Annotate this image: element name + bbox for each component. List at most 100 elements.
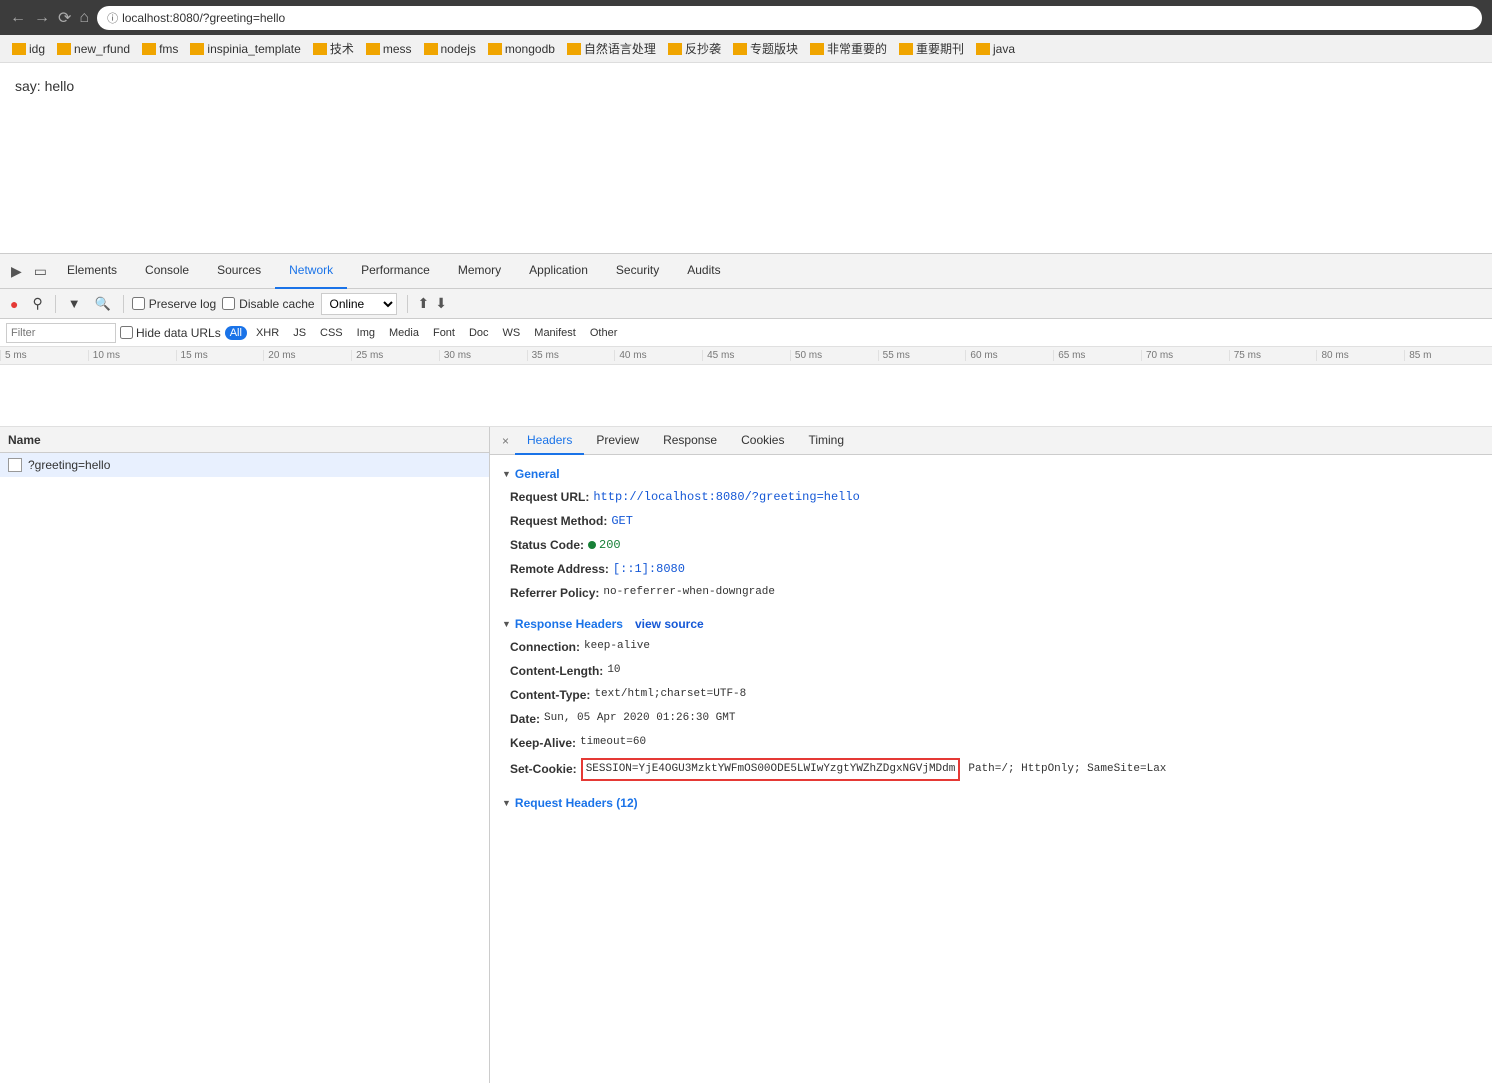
- connection-key: Connection:: [510, 638, 580, 656]
- url-text: localhost:8080/?greeting=hello: [122, 11, 285, 25]
- filter-all-button[interactable]: All: [225, 326, 247, 340]
- disable-cache-label[interactable]: Disable cache: [222, 297, 314, 311]
- forward-button[interactable]: →: [34, 9, 50, 27]
- address-bar[interactable]: ⓘ localhost:8080/?greeting=hello: [97, 6, 1482, 30]
- bookmark-label: 技术: [330, 40, 354, 57]
- preserve-log-label[interactable]: Preserve log: [132, 297, 216, 311]
- bookmark-item[interactable]: idg: [8, 40, 49, 58]
- search-button[interactable]: 🔍: [91, 294, 115, 314]
- tab-application[interactable]: Application: [515, 254, 602, 289]
- detail-tab-preview[interactable]: Preview: [584, 427, 651, 455]
- bookmark-label: 反抄袭: [685, 40, 721, 57]
- bookmark-label: inspinia_template: [207, 42, 300, 56]
- filter-ws-button[interactable]: WS: [498, 326, 526, 340]
- filter-css-button[interactable]: CSS: [315, 326, 348, 340]
- record-button[interactable]: ●: [6, 294, 22, 314]
- general-section-header[interactable]: General: [490, 463, 1492, 485]
- disable-cache-checkbox[interactable]: [222, 297, 235, 310]
- import-icon[interactable]: ⬆: [418, 295, 430, 312]
- detail-tabs-bar: × Headers Preview Response Cookies Timin…: [490, 427, 1492, 455]
- bookmark-item[interactable]: 技术: [309, 38, 358, 59]
- device-toolbar-button[interactable]: ▭: [28, 259, 53, 284]
- bookmark-folder-icon: [668, 43, 682, 55]
- view-source-link[interactable]: view source: [635, 617, 704, 631]
- tab-audits[interactable]: Audits: [673, 254, 734, 289]
- bookmark-item[interactable]: java: [972, 40, 1019, 58]
- date-key: Date:: [510, 710, 540, 728]
- filter-js-button[interactable]: JS: [288, 326, 311, 340]
- tab-network[interactable]: Network: [275, 254, 347, 289]
- bookmark-item[interactable]: nodejs: [420, 40, 480, 58]
- tick-5ms: 5 ms: [0, 350, 88, 361]
- tab-performance[interactable]: Performance: [347, 254, 444, 289]
- bookmark-item[interactable]: fms: [138, 40, 182, 58]
- bookmark-label: fms: [159, 42, 178, 56]
- bookmark-folder-icon: [976, 43, 990, 55]
- timeline-graph-area: [0, 365, 1492, 427]
- detail-tab-timing[interactable]: Timing: [796, 427, 856, 455]
- tick-25ms: 25 ms: [351, 350, 439, 361]
- back-button[interactable]: ←: [10, 9, 26, 27]
- row-icon: [8, 458, 22, 472]
- bookmark-label: mongodb: [505, 42, 555, 56]
- tick-45ms: 45 ms: [702, 350, 790, 361]
- bookmark-item[interactable]: 反抄袭: [664, 38, 725, 59]
- response-headers-section-header[interactable]: Response Headers view source: [490, 613, 1492, 635]
- name-panel: Name ?greeting=hello: [0, 427, 490, 1083]
- request-headers-section-header[interactable]: Request Headers (12): [490, 792, 1492, 814]
- hide-data-urls-label[interactable]: Hide data URLs: [120, 326, 221, 340]
- export-icon[interactable]: ⬇: [435, 295, 447, 312]
- bookmark-label: nodejs: [441, 42, 476, 56]
- referrer-policy-val: no-referrer-when-downgrade: [603, 584, 775, 602]
- filter-icon-button[interactable]: ▼: [64, 294, 85, 313]
- disable-cache-text: Disable cache: [239, 297, 314, 311]
- detail-tab-response[interactable]: Response: [651, 427, 729, 455]
- request-method-row: Request Method: GET: [490, 509, 1492, 533]
- hide-data-urls-checkbox[interactable]: [120, 326, 133, 339]
- headers-content: General Request URL: http://localhost:80…: [490, 455, 1492, 822]
- tab-sources[interactable]: Sources: [203, 254, 275, 289]
- filter-doc-button[interactable]: Doc: [464, 326, 494, 340]
- tab-elements[interactable]: Elements: [53, 254, 131, 289]
- tab-memory[interactable]: Memory: [444, 254, 515, 289]
- filter-img-button[interactable]: Img: [352, 326, 380, 340]
- close-detail-button[interactable]: ×: [496, 434, 515, 448]
- filter-media-button[interactable]: Media: [384, 326, 424, 340]
- clear-button[interactable]: ⚲: [28, 293, 46, 314]
- filter-font-button[interactable]: Font: [428, 326, 460, 340]
- bookmark-folder-icon: [313, 43, 327, 55]
- detail-tab-cookies[interactable]: Cookies: [729, 427, 796, 455]
- bookmark-item[interactable]: 自然语言处理: [563, 38, 660, 59]
- table-row[interactable]: ?greeting=hello: [0, 453, 489, 477]
- inspect-icon-button[interactable]: ▶: [5, 259, 28, 284]
- split-pane: Name ?greeting=hello × Headers Preview R…: [0, 427, 1492, 1083]
- tab-console[interactable]: Console: [131, 254, 203, 289]
- filter-manifest-button[interactable]: Manifest: [529, 326, 581, 340]
- bookmark-item[interactable]: mongodb: [484, 40, 559, 58]
- page-text: say: hello: [15, 78, 74, 94]
- bookmark-item[interactable]: 重要期刊: [895, 38, 968, 59]
- preserve-log-checkbox[interactable]: [132, 297, 145, 310]
- bookmark-item[interactable]: 非常重要的: [806, 38, 891, 59]
- bookmark-item[interactable]: new_rfund: [53, 40, 134, 58]
- tick-30ms: 30 ms: [439, 350, 527, 361]
- bookmark-folder-icon: [366, 43, 380, 55]
- bookmark-item[interactable]: inspinia_template: [186, 40, 304, 58]
- filter-other-button[interactable]: Other: [585, 326, 623, 340]
- tick-70ms: 70 ms: [1141, 350, 1229, 361]
- bookmark-item[interactable]: mess: [362, 40, 416, 58]
- set-cookie-row: Set-Cookie: SESSION=YjE4OGU3MzktYWFmOS00…: [490, 755, 1492, 784]
- filter-xhr-button[interactable]: XHR: [251, 326, 284, 340]
- reload-button[interactable]: ⟳: [58, 8, 71, 28]
- tick-75ms: 75 ms: [1229, 350, 1317, 361]
- filter-input[interactable]: [6, 323, 116, 343]
- home-button[interactable]: ⌂: [79, 9, 89, 27]
- throttle-select[interactable]: Online Offline Slow 3G Fast 3G: [321, 293, 397, 315]
- remote-address-val: [::1]:8080: [613, 560, 685, 578]
- request-headers-title: Request Headers (12): [515, 796, 638, 810]
- bookmark-item[interactable]: 专题版块: [729, 38, 802, 59]
- detail-tab-headers[interactable]: Headers: [515, 427, 584, 455]
- status-code-val: 200: [588, 536, 621, 554]
- bookmark-folder-icon: [190, 43, 204, 55]
- tab-security[interactable]: Security: [602, 254, 673, 289]
